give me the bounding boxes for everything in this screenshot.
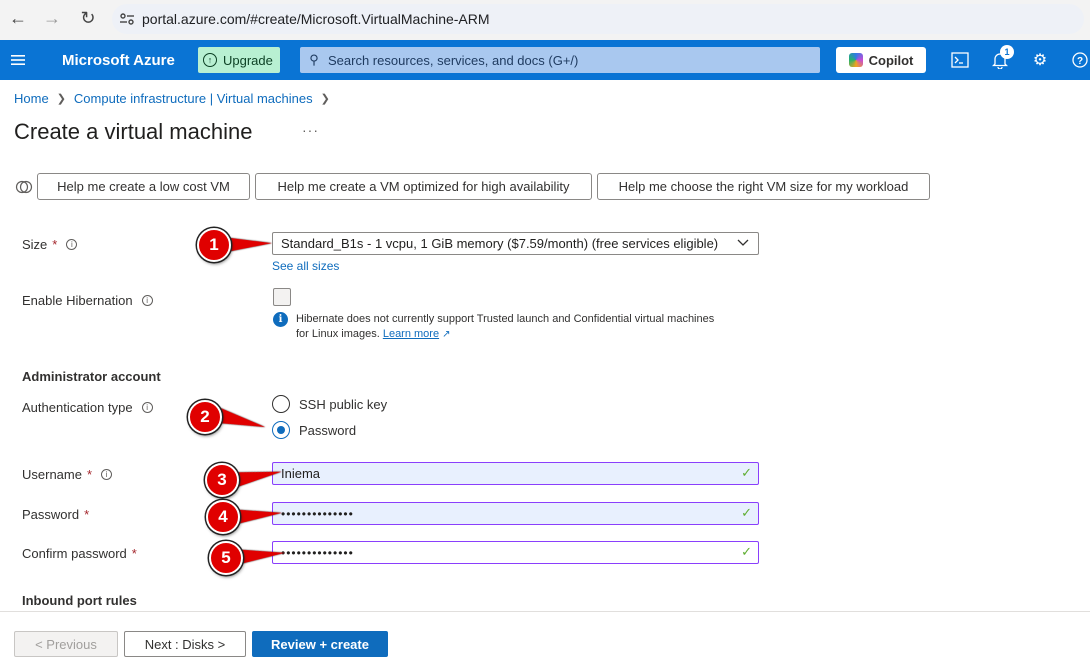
ssh-radio[interactable] <box>272 395 290 413</box>
marker-1: 1 <box>197 228 231 262</box>
reload-icon[interactable]: ↻ <box>76 6 100 30</box>
cloud-shell-icon[interactable] <box>948 48 972 72</box>
help-icon[interactable]: ? <box>1068 48 1090 72</box>
more-options-icon[interactable]: ··· <box>302 122 319 138</box>
chevron-down-icon <box>737 236 749 253</box>
external-link-icon: ↗ <box>442 329 451 340</box>
global-search-input[interactable]: ⚲ Search resources, services, and docs (… <box>300 47 820 73</box>
info-icon[interactable]: i <box>101 469 113 480</box>
footer-divider <box>0 611 1090 612</box>
auth-option-ssh[interactable]: SSH public key <box>272 395 387 413</box>
marker-4: 4 <box>206 500 240 534</box>
password-input[interactable]: •••••••••••••• ✓ <box>272 502 759 525</box>
size-label: Size * i <box>22 237 78 252</box>
info-icon[interactable]: i <box>141 402 153 413</box>
breadcrumb-home[interactable]: Home <box>14 91 49 106</box>
chevron-right-icon: ❯ <box>56 93 66 105</box>
upgrade-label: Upgrade <box>223 52 273 68</box>
hibernation-checkbox[interactable] <box>273 288 291 306</box>
breadcrumb-virtual-machines[interactable]: Compute infrastructure | Virtual machine… <box>74 91 313 106</box>
next-disks-button[interactable]: Next : Disks > <box>124 631 246 657</box>
checkmark-icon: ✓ <box>741 465 752 480</box>
review-create-button[interactable]: Review + create <box>252 631 388 657</box>
marker-3: 3 <box>205 463 239 497</box>
brand-name[interactable]: Microsoft Azure <box>62 52 175 69</box>
search-icon: ⚲ <box>309 52 319 67</box>
address-bar[interactable]: portal.azure.com/#create/Microsoft.Virtu… <box>112 4 1084 34</box>
password-label: Password * <box>22 507 90 522</box>
copilot-icon <box>848 53 863 67</box>
marker-5: 5 <box>209 541 243 575</box>
browser-toolbar: ← → ↻ portal.azure.com/#create/Microsoft… <box>0 0 1090 40</box>
password-radio[interactable] <box>272 421 290 439</box>
size-select[interactable]: Standard_B1s - 1 vcpu, 1 GiB memory ($7.… <box>272 232 759 255</box>
confirm-password-input[interactable]: •••••••••••••• ✓ <box>272 541 759 564</box>
username-value: Iniema <box>281 466 321 481</box>
previous-button[interactable]: < Previous <box>14 631 118 657</box>
size-value: Standard_B1s - 1 vcpu, 1 GiB memory ($7.… <box>281 236 719 251</box>
info-filled-icon: i <box>273 312 288 327</box>
site-settings-icon[interactable] <box>112 4 142 34</box>
help-low-cost-vm-button[interactable]: Help me create a low cost VM <box>37 173 250 200</box>
checkmark-icon: ✓ <box>741 544 752 559</box>
confirm-password-value: •••••••••••••• <box>281 545 354 560</box>
back-arrow-icon[interactable]: ← <box>6 6 30 30</box>
marker-2-arrow <box>214 407 268 435</box>
page-title: Create a virtual machine <box>14 119 253 144</box>
hibernation-note: Hibernate does not currently support Tru… <box>296 313 715 340</box>
url-text: portal.azure.com/#create/Microsoft.Virtu… <box>142 11 490 27</box>
administrator-account-heading: Administrator account <box>22 369 161 384</box>
username-input[interactable]: Iniema ✓ <box>272 462 759 485</box>
help-vm-size-button[interactable]: Help me choose the right VM size for my … <box>597 173 930 200</box>
upgrade-button[interactable]: ↑ Upgrade <box>198 47 280 73</box>
copilot-label: Copilot <box>868 52 914 68</box>
notification-badge: 1 <box>1000 45 1014 59</box>
confirm-password-label: Confirm password * <box>22 546 137 561</box>
info-icon[interactable]: i <box>141 295 153 306</box>
help-high-availability-button[interactable]: Help me create a VM optimized for high a… <box>255 173 592 200</box>
copilot-button[interactable]: Copilot <box>836 47 926 73</box>
chevron-right-icon: ❯ <box>320 93 330 105</box>
azure-header: Microsoft Azure ↑ Upgrade ⚲ Search resou… <box>0 40 1090 80</box>
breadcrumb: Home ❯ Compute infrastructure | Virtual … <box>14 91 330 106</box>
copilot-sparkle-icon <box>15 178 33 196</box>
password-value: •••••••••••••• <box>281 506 354 521</box>
inbound-port-rules-heading: Inbound port rules <box>22 593 137 608</box>
search-placeholder: Search resources, services, and docs (G+… <box>328 52 579 68</box>
gear-icon[interactable]: ⚙ <box>1028 48 1052 72</box>
learn-more-link[interactable]: Learn more <box>383 328 439 340</box>
authentication-type-label: Authentication type i <box>22 400 153 415</box>
marker-2: 2 <box>188 400 222 434</box>
svg-text:?: ? <box>1077 56 1083 67</box>
auth-option-password[interactable]: Password <box>272 421 356 439</box>
username-label: Username * i <box>22 467 113 482</box>
arrow-up-icon: ↑ <box>203 53 217 67</box>
checkmark-icon: ✓ <box>741 505 752 520</box>
forward-arrow-icon[interactable]: → <box>40 6 64 30</box>
see-all-sizes-link[interactable]: See all sizes <box>272 259 339 273</box>
info-icon[interactable]: i <box>66 239 78 250</box>
hibernation-label: Enable Hibernation i <box>22 293 153 308</box>
menu-icon[interactable] <box>6 48 30 72</box>
